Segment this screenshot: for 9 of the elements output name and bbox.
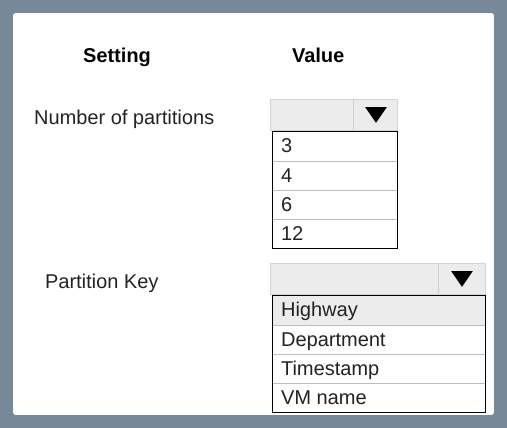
setting-label: Number of partitions xyxy=(34,107,214,129)
column-header: Setting xyxy=(83,45,151,67)
dropdown-field[interactable] xyxy=(270,263,486,295)
dropdown-field[interactable] xyxy=(270,99,398,131)
caret-icon xyxy=(364,107,386,123)
list-option[interactable]: Highway xyxy=(273,296,485,325)
column-header: Value xyxy=(292,45,344,67)
setting-label: Partition Key xyxy=(45,271,158,293)
caret-icon xyxy=(451,271,473,287)
